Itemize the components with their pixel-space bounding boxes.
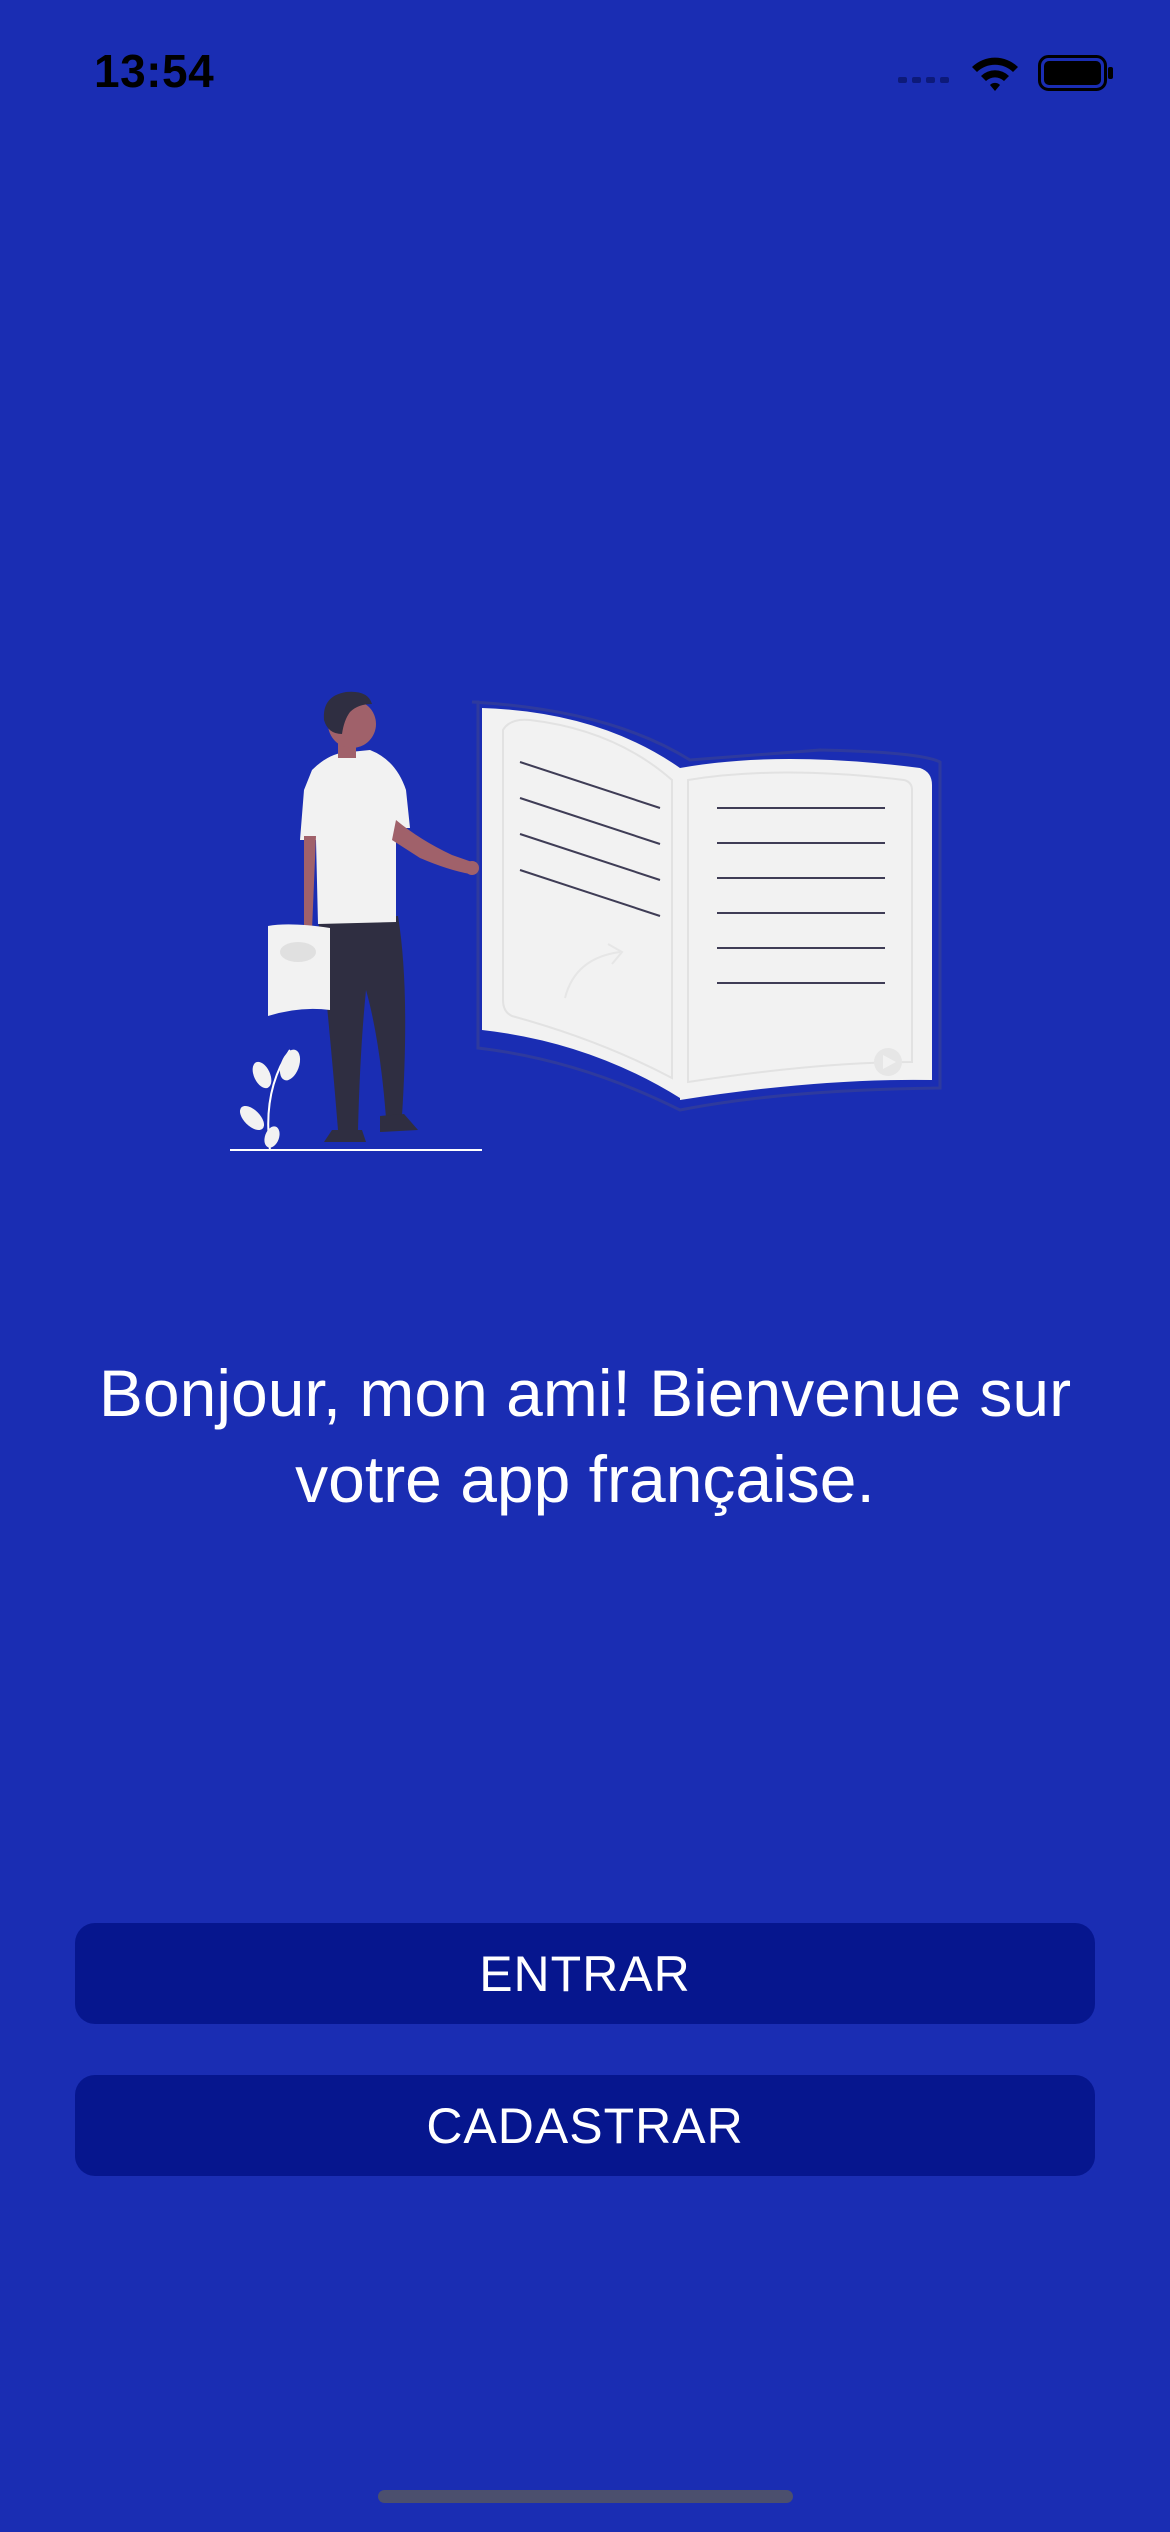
status-icons xyxy=(898,50,1114,100)
battery-icon xyxy=(1038,54,1114,96)
wifi-icon xyxy=(970,54,1020,97)
home-indicator[interactable] xyxy=(378,2490,793,2503)
welcome-message: Bonjour, mon ami! Bienvenue sur votre ap… xyxy=(98,1356,1072,1516)
signup-button[interactable]: CADASTRAR xyxy=(75,2075,1095,2176)
status-bar: 13:54 xyxy=(0,0,1170,150)
cellular-signal-icon xyxy=(898,63,952,88)
person-reading-book-illustration xyxy=(220,690,950,1160)
welcome-screen: 13:54 Bonjour, mon ami! Bienvenue sur vo… xyxy=(0,0,1170,2532)
status-time: 13:54 xyxy=(94,45,215,97)
login-button[interactable]: ENTRAR xyxy=(75,1923,1095,2024)
